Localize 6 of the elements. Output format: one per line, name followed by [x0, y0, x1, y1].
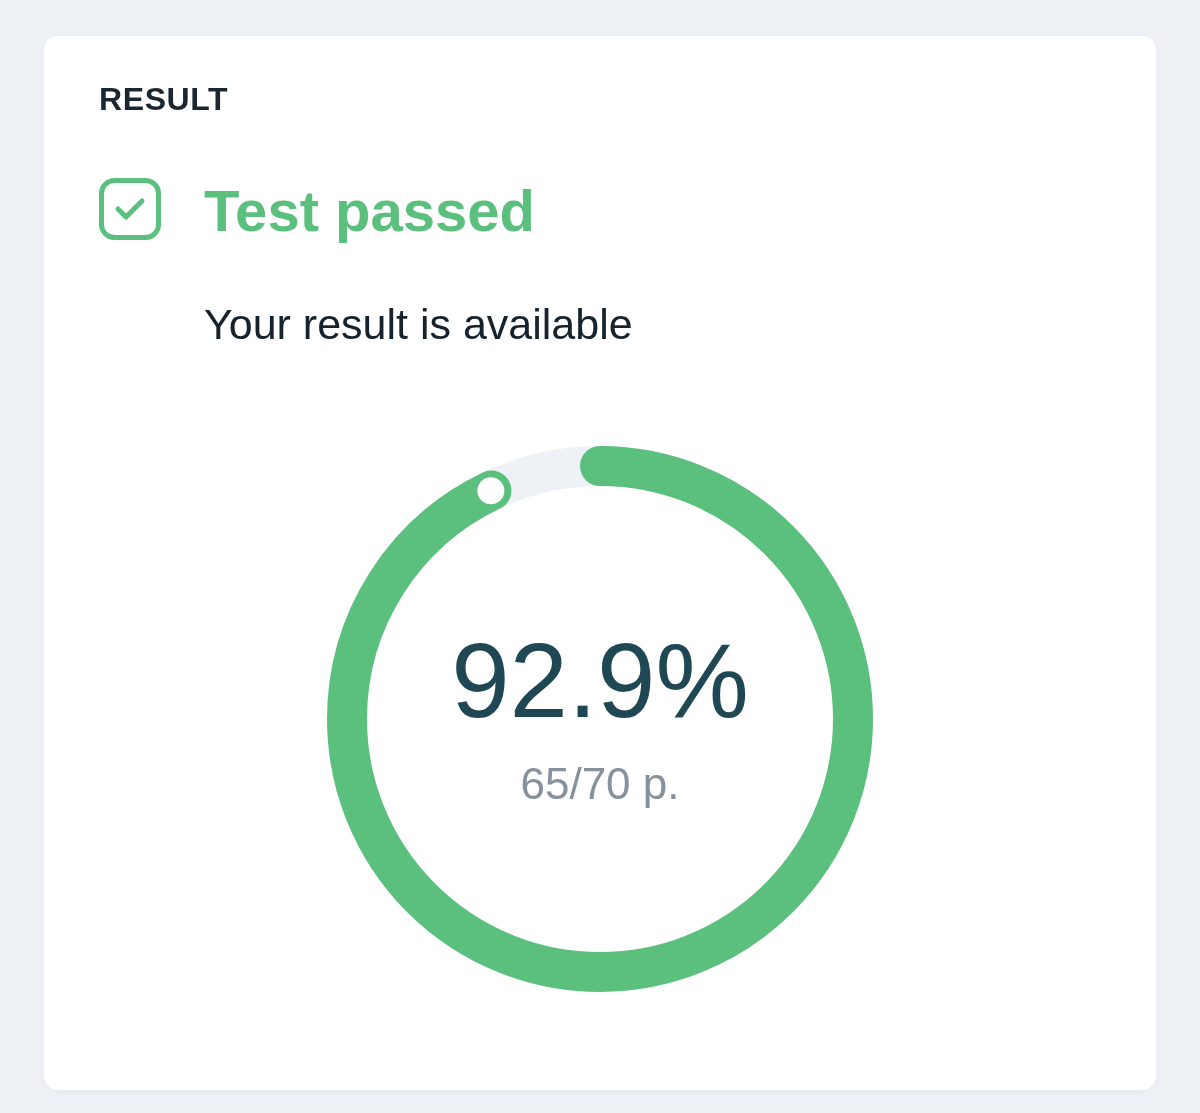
status-subtitle: Your result is available	[204, 299, 633, 349]
checkbox-check-icon	[99, 178, 161, 240]
score-percent: 92.9%	[451, 621, 749, 741]
score-points: 65/70 p.	[520, 759, 680, 809]
section-heading: RESULT	[99, 81, 229, 117]
status-title: Test passed	[204, 178, 535, 244]
